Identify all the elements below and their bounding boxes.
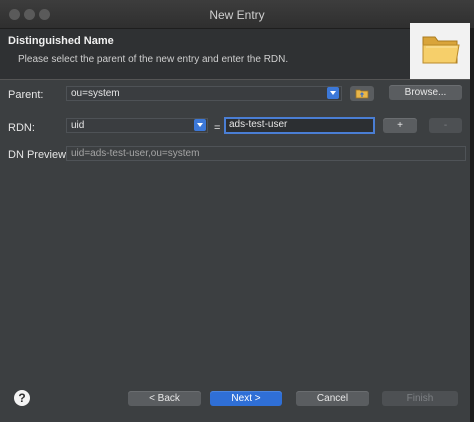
add-rdn-button[interactable]: + [383,118,417,133]
dn-preview-field: uid=ads-test-user,ou=system [66,146,466,161]
rdn-value-input[interactable]: ads-test-user [224,117,375,134]
rdn-attribute-value: uid [71,120,85,131]
parent-label: Parent: [8,89,44,101]
window-title: New Entry [209,8,265,22]
next-button[interactable]: Next > [210,391,282,406]
dn-preview-value: uid=ads-test-user,ou=system [71,148,200,159]
remove-rdn-button[interactable]: - [429,118,462,133]
folder-icon [422,36,460,64]
window-edge [470,29,474,422]
parent-dropdown-arrow[interactable] [327,87,339,99]
equals-label: = [214,122,221,134]
folder-up-icon [355,89,369,99]
rdn-attribute-dropdown-arrow[interactable] [194,119,206,131]
title-bar: New Entry [0,0,474,29]
header-image [410,23,470,79]
parent-combo[interactable]: ou=system [66,86,342,101]
rdn-attribute-combo[interactable]: uid [66,118,208,133]
select-parent-button[interactable] [350,86,374,101]
wizard-header: Distinguished Name Please select the par… [0,23,474,80]
page-description: Please select the parent of the new entr… [18,54,289,65]
rdn-label: RDN: [8,122,35,134]
rdn-value-text: ads-test-user [229,119,288,130]
back-button[interactable]: < Back [128,391,201,406]
finish-button[interactable]: Finish [382,391,458,406]
browse-button[interactable]: Browse... [389,85,462,100]
new-entry-dialog: New Entry Distinguished Name Please sele… [0,0,474,422]
page-title: Distinguished Name [8,35,114,47]
parent-value: ou=system [71,88,120,99]
dn-preview-label: DN Preview: [8,149,70,161]
cancel-button[interactable]: Cancel [296,391,369,406]
help-icon[interactable]: ? [14,390,30,406]
